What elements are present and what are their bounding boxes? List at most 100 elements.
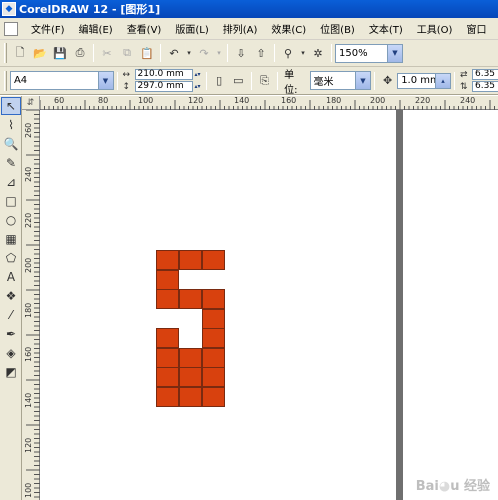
nudge-distance-input[interactable]: 1.0 mm ▴ bbox=[397, 72, 451, 89]
paper-type-select[interactable]: A4 ▼ bbox=[9, 71, 114, 90]
export-icon[interactable]: ⇧ bbox=[252, 44, 270, 62]
graph-paper-cell[interactable] bbox=[179, 250, 202, 270]
cut-icon[interactable]: ✂ bbox=[98, 44, 116, 62]
undo-dropdown-icon[interactable]: ▾ bbox=[185, 44, 193, 62]
ruler-origin-corner[interactable]: ⇵ bbox=[22, 96, 40, 110]
ruler-origin-icon: ⇵ bbox=[26, 97, 35, 108]
app-launcher-dropdown-icon[interactable]: ▾ bbox=[299, 44, 307, 62]
eyedropper-tool-icon[interactable]: ⁄ bbox=[1, 306, 21, 324]
freehand-tool-icon[interactable]: ✎ bbox=[1, 154, 21, 172]
menu-text[interactable]: 文本(T) bbox=[362, 21, 410, 36]
shape-tool-icon[interactable]: ⌇ bbox=[1, 116, 21, 134]
fill-tool-icon[interactable]: ◈ bbox=[1, 344, 21, 362]
app-launcher-icon[interactable]: ⚲ bbox=[279, 44, 297, 62]
portrait-icon[interactable]: ▯ bbox=[211, 72, 228, 90]
smart-fill-tool-icon[interactable]: ⊿ bbox=[1, 173, 21, 191]
width-spinner-icon[interactable]: ▴▾ bbox=[193, 69, 203, 80]
outline-tool-icon[interactable]: ✒ bbox=[1, 325, 21, 343]
zoom-tool-icon[interactable]: 🔍 bbox=[1, 135, 21, 153]
menu-window[interactable]: 窗口 bbox=[459, 21, 493, 36]
duplicate-x-input[interactable]: 6.35 m bbox=[471, 69, 498, 80]
v-ruler-label: 240 bbox=[24, 166, 33, 182]
undo-icon[interactable]: ↶ bbox=[165, 44, 183, 62]
graph-paper-cell[interactable] bbox=[202, 289, 225, 309]
nudge-spinner-icon[interactable]: ▴ bbox=[434, 73, 450, 88]
chevron-down-icon[interactable]: ▼ bbox=[387, 44, 402, 62]
graph-paper-cell[interactable] bbox=[179, 386, 202, 407]
height-spinner-icon[interactable]: ▴▾ bbox=[193, 81, 203, 92]
graph-paper-cell[interactable] bbox=[179, 347, 202, 368]
open-icon[interactable]: 📂 bbox=[31, 44, 49, 62]
menu-layout[interactable]: 版面(L) bbox=[168, 21, 215, 36]
save-icon[interactable]: 💾 bbox=[51, 44, 69, 62]
h-ruler-label: 160 bbox=[281, 96, 297, 105]
toolbar-separator bbox=[93, 44, 94, 62]
duplicate-y-input[interactable]: 6.35 m bbox=[471, 81, 498, 92]
menu-file[interactable]: 文件(F) bbox=[24, 21, 72, 36]
menu-tools[interactable]: 工具(O) bbox=[410, 21, 460, 36]
units-select[interactable]: 毫米 ▼ bbox=[309, 71, 371, 90]
graph-paper-cell[interactable] bbox=[202, 328, 225, 348]
duplicate-distance-fields: ⇄ 6.35 m ⇅ 6.35 m bbox=[460, 69, 498, 93]
redo-dropdown-icon[interactable]: ▾ bbox=[215, 44, 223, 62]
redo-icon[interactable]: ↷ bbox=[195, 44, 213, 62]
rectangle-tool-icon[interactable]: □ bbox=[1, 192, 21, 210]
landscape-icon[interactable]: ▭ bbox=[230, 72, 247, 90]
paste-icon[interactable]: 📋 bbox=[138, 44, 156, 62]
menu-edit[interactable]: 编辑(E) bbox=[72, 21, 120, 36]
chevron-down-icon[interactable]: ▼ bbox=[97, 72, 113, 89]
h-ruler-label: 200 bbox=[370, 96, 386, 105]
menu-bitmaps[interactable]: 位图(B) bbox=[313, 21, 362, 36]
graph-paper-cell[interactable] bbox=[156, 269, 179, 290]
toolbar-separator bbox=[331, 44, 332, 62]
graph-paper-cell[interactable] bbox=[156, 328, 179, 348]
graph-paper-cell[interactable] bbox=[156, 250, 179, 270]
vertical-ruler[interactable]: 260 240 220 200 180 160 140 120 100 bbox=[22, 110, 40, 500]
drawing-workspace[interactable]: Bai◕u 经验 bbox=[40, 110, 498, 500]
horizontal-ruler[interactable]: 60 80 100 120 140 160 180 200 220 240 bbox=[40, 96, 498, 110]
interactive-blend-tool-icon[interactable]: ❖ bbox=[1, 287, 21, 305]
paper-width-input[interactable]: 210.0 mm bbox=[134, 69, 193, 80]
coreldraw-app-icon[interactable]: ◆ bbox=[2, 2, 16, 16]
pick-tool-icon[interactable]: ↖ bbox=[1, 97, 21, 115]
v-ruler-label: 160 bbox=[24, 346, 33, 362]
graph-paper-cell[interactable] bbox=[202, 367, 225, 387]
text-tool-icon[interactable]: A bbox=[1, 268, 21, 286]
document-icon[interactable] bbox=[4, 21, 18, 36]
interactive-fill-tool-icon[interactable]: ◩ bbox=[1, 363, 21, 381]
v-ruler-label: 100 bbox=[24, 482, 33, 498]
zoom-level-select[interactable]: 150% ▼ bbox=[335, 43, 403, 63]
graph-paper-cell[interactable] bbox=[156, 367, 179, 387]
toolbar-grip[interactable] bbox=[4, 43, 7, 63]
import-icon[interactable]: ⇩ bbox=[232, 44, 250, 62]
print-icon[interactable]: ⎙ bbox=[71, 44, 89, 62]
copy-icon[interactable]: ⧉ bbox=[118, 44, 136, 62]
graph-paper-cell[interactable] bbox=[202, 347, 225, 368]
chevron-down-icon[interactable]: ▼ bbox=[354, 72, 370, 89]
paper-size-fields: ↔ 210.0 mm ▴▾ ↕ 297.0 mm ▴▾ bbox=[123, 69, 203, 93]
v-ruler-label: 140 bbox=[24, 392, 33, 408]
menu-view[interactable]: 查看(V) bbox=[120, 21, 169, 36]
toolbar-separator bbox=[116, 71, 118, 90]
property-bar: A4 ▼ ↔ 210.0 mm ▴▾ ↕ 297.0 mm ▴▾ ▯ ▭ ⎘ 单… bbox=[0, 67, 498, 96]
menu-effects[interactable]: 效果(C) bbox=[264, 21, 313, 36]
new-icon[interactable]: 🗋 bbox=[11, 44, 29, 62]
graph-paper-cell[interactable] bbox=[156, 289, 179, 309]
corel-online-icon[interactable]: ✲ bbox=[309, 44, 327, 62]
graph-paper-tool-icon[interactable]: ▦ bbox=[1, 230, 21, 248]
menu-arrange[interactable]: 排列(A) bbox=[216, 21, 265, 36]
h-ruler-label: 100 bbox=[138, 96, 154, 105]
graph-paper-cell[interactable] bbox=[202, 308, 225, 329]
graph-paper-cell[interactable] bbox=[179, 367, 202, 387]
graph-paper-cell[interactable] bbox=[179, 289, 202, 309]
graph-paper-cell[interactable] bbox=[202, 386, 225, 407]
graph-paper-cell[interactable] bbox=[202, 250, 225, 270]
all-pages-icon[interactable]: ⎘ bbox=[256, 72, 273, 90]
basic-shapes-tool-icon[interactable]: ⬠ bbox=[1, 249, 21, 267]
paper-height-input[interactable]: 297.0 mm bbox=[134, 81, 193, 92]
toolbar-separator bbox=[274, 44, 275, 62]
graph-paper-cell[interactable] bbox=[156, 386, 179, 407]
ellipse-tool-icon[interactable]: ○ bbox=[1, 211, 21, 229]
graph-paper-cell[interactable] bbox=[156, 347, 179, 368]
toolbar-grip[interactable] bbox=[4, 70, 7, 91]
